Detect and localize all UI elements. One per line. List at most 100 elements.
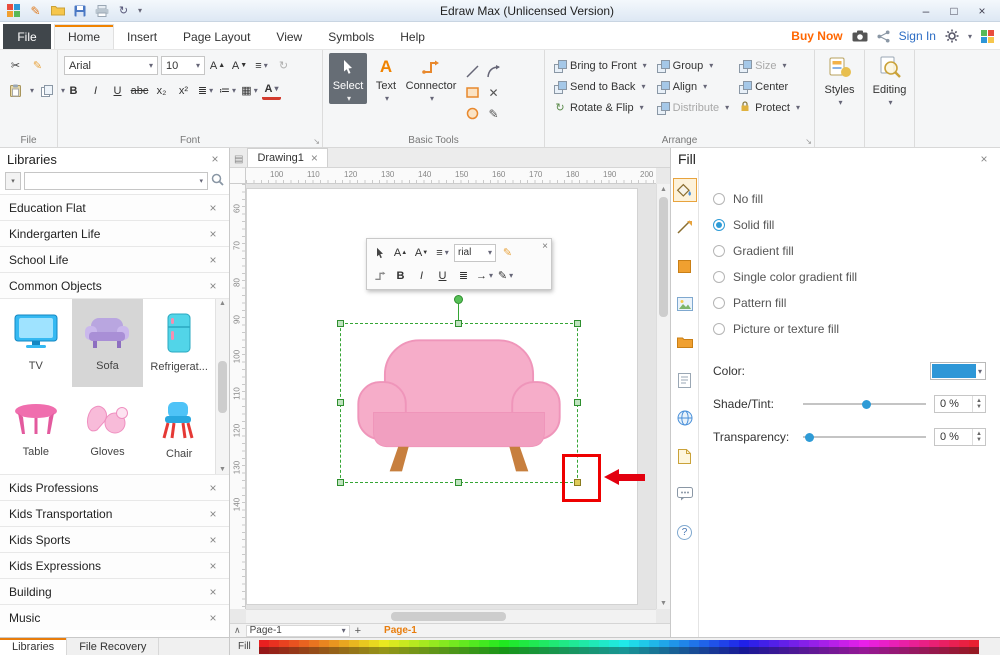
library-pane-button[interactable] xyxy=(673,254,697,278)
line-tool-icon[interactable] xyxy=(462,61,483,82)
subscript-button[interactable]: x₂ xyxy=(152,81,171,100)
maximize-button[interactable]: □ xyxy=(940,2,968,20)
symbol-gloves[interactable]: Gloves xyxy=(72,387,144,475)
radio-icon[interactable] xyxy=(713,271,725,283)
ribbon-group-styles[interactable]: Styles ▾ xyxy=(815,50,865,147)
active-page-tab[interactable]: Page-1 xyxy=(384,625,417,636)
horizontal-scrollbar[interactable] xyxy=(246,609,656,623)
size-button[interactable]: Size ▾ xyxy=(736,55,803,76)
close-library-icon[interactable]: × xyxy=(206,611,220,625)
collapse-pages-icon[interactable]: ∧ xyxy=(234,625,241,636)
spin-down-icon[interactable]: ▼ xyxy=(976,437,982,443)
library-item-music[interactable]: Music × xyxy=(0,604,229,630)
superscript-button[interactable]: x² xyxy=(174,81,193,100)
tab-insert[interactable]: Insert xyxy=(114,24,170,49)
theme-colors-icon[interactable] xyxy=(981,29,994,43)
drawing-page-area[interactable]: A ▲ A ▼ ≡ ▾ rial ▾ ✎ B I U ≣ → ▾ ✎ ▾ × xyxy=(246,184,656,609)
rotation-handle[interactable] xyxy=(454,295,463,304)
protect-button[interactable]: Protect ▾ xyxy=(736,97,803,118)
tab-help[interactable]: Help xyxy=(387,24,438,49)
document-pane-button[interactable] xyxy=(673,368,697,392)
mini-arrow-style-button[interactable]: → ▾ xyxy=(475,266,494,285)
page-setup-pane-button[interactable] xyxy=(673,444,697,468)
radio-icon[interactable] xyxy=(713,297,725,309)
font-family-select[interactable]: Arial ▾ xyxy=(64,56,158,75)
close-library-icon[interactable]: × xyxy=(206,481,220,495)
mini-select-icon[interactable] xyxy=(370,243,389,262)
arc-tool-icon[interactable] xyxy=(483,61,504,82)
spin-down-icon[interactable]: ▼ xyxy=(976,404,982,410)
library-search-input[interactable]: ▾ xyxy=(24,172,208,190)
comment-pane-button[interactable] xyxy=(673,482,697,506)
resize-handle-s[interactable] xyxy=(455,479,462,486)
fill-option-single-color-gradient[interactable]: Single color gradient fill xyxy=(713,270,986,284)
font-dialog-launcher-icon[interactable]: ↘ xyxy=(313,137,320,146)
align-button[interactable]: Align ▾ xyxy=(654,76,732,97)
copy-icon[interactable] xyxy=(37,81,56,100)
fill-option-solid-fill[interactable]: Solid fill xyxy=(713,218,986,232)
close-fill-panel-icon[interactable]: × xyxy=(977,152,991,166)
sofa-shape[interactable] xyxy=(344,327,574,479)
resize-handle-n[interactable] xyxy=(455,320,462,327)
symbol-tv[interactable]: TV xyxy=(0,299,72,387)
scroll-down-icon[interactable]: ▼ xyxy=(660,600,667,607)
close-library-icon[interactable]: × xyxy=(206,585,220,599)
library-item-common-objects[interactable]: Common Objects × xyxy=(0,272,229,298)
library-item-education-flat[interactable]: Education Flat × xyxy=(0,194,229,220)
symbol-refrigerator[interactable]: Refrigerat... xyxy=(143,299,215,387)
scrollbar-thumb[interactable] xyxy=(391,612,506,621)
hyperlink-pane-button[interactable] xyxy=(673,406,697,430)
save-icon[interactable] xyxy=(72,4,87,18)
mini-connector-icon[interactable] xyxy=(370,266,389,285)
mini-format-painter-icon[interactable]: ✎ xyxy=(498,243,517,262)
page-selector[interactable]: Page-1 ▾ xyxy=(245,624,350,637)
scrollbar-thumb[interactable] xyxy=(659,197,668,317)
fill-option-picture-texture-fill[interactable]: Picture or texture fill xyxy=(713,322,986,336)
pen-mode-icon[interactable]: ✎ xyxy=(28,4,43,18)
file-menu-button[interactable]: File xyxy=(3,24,51,49)
italic-button[interactable]: I xyxy=(86,81,105,100)
radio-icon[interactable] xyxy=(713,323,725,335)
settings-caret-icon[interactable]: ▾ xyxy=(968,32,972,41)
ellipse-tool-icon[interactable] xyxy=(462,103,483,124)
group-button[interactable]: Group ▾ xyxy=(654,55,732,76)
close-library-icon[interactable]: × xyxy=(206,201,220,215)
fill-option-no-fill[interactable]: No fill xyxy=(713,192,986,206)
text-tool-button[interactable]: A Text ▾ xyxy=(367,53,405,104)
document-tab-drawing1[interactable]: Drawing1 × xyxy=(247,148,328,167)
scroll-up-icon[interactable]: ▲ xyxy=(219,300,226,307)
close-document-icon[interactable]: × xyxy=(311,151,318,165)
library-item-kids-expressions[interactable]: Kids Expressions × xyxy=(0,552,229,578)
bring-to-front-button[interactable]: Bring to Front ▾ xyxy=(551,55,650,76)
add-page-button[interactable]: + xyxy=(355,625,361,637)
picture-pane-button[interactable] xyxy=(673,292,697,316)
mini-grow-font-button[interactable]: A ▲ xyxy=(391,243,410,262)
strikethrough-button[interactable]: abc xyxy=(130,81,149,100)
help-pane-button[interactable]: ? xyxy=(673,520,697,544)
radio-icon[interactable] xyxy=(713,219,725,231)
erase-tool-icon[interactable]: ✕ xyxy=(483,82,504,103)
snapshot-icon[interactable] xyxy=(852,30,868,42)
settings-gear-icon[interactable] xyxy=(945,29,959,43)
library-item-kids-professions[interactable]: Kids Professions × xyxy=(0,474,229,500)
close-library-icon[interactable]: × xyxy=(206,559,220,573)
mini-font-family-select[interactable]: rial ▾ xyxy=(454,243,496,262)
fill-pane-button[interactable] xyxy=(672,178,697,202)
tab-symbols[interactable]: Symbols xyxy=(315,24,387,49)
scrollbar-thumb[interactable] xyxy=(218,360,227,413)
library-item-school-life[interactable]: School Life × xyxy=(0,246,229,272)
radio-icon[interactable] xyxy=(713,193,725,205)
close-window-button[interactable]: × xyxy=(968,2,996,20)
symbol-sofa[interactable]: Sofa xyxy=(71,299,144,387)
arrange-dialog-launcher-icon[interactable]: ↘ xyxy=(805,137,812,146)
clipart-pane-button[interactable] xyxy=(673,330,697,354)
font-size-select[interactable]: 10 ▾ xyxy=(161,56,205,75)
shape-selection-box[interactable] xyxy=(337,295,581,486)
resize-handle-w[interactable] xyxy=(337,399,344,406)
minimize-button[interactable]: – xyxy=(912,2,940,20)
text-align-button[interactable]: ≡ ▾ xyxy=(252,56,271,75)
tab-home[interactable]: Home xyxy=(54,24,115,49)
tab-page-layout[interactable]: Page Layout xyxy=(170,24,263,49)
shrink-font-button[interactable]: A ▼ xyxy=(230,56,249,75)
distribute-button[interactable]: Distribute ▾ xyxy=(654,97,732,118)
